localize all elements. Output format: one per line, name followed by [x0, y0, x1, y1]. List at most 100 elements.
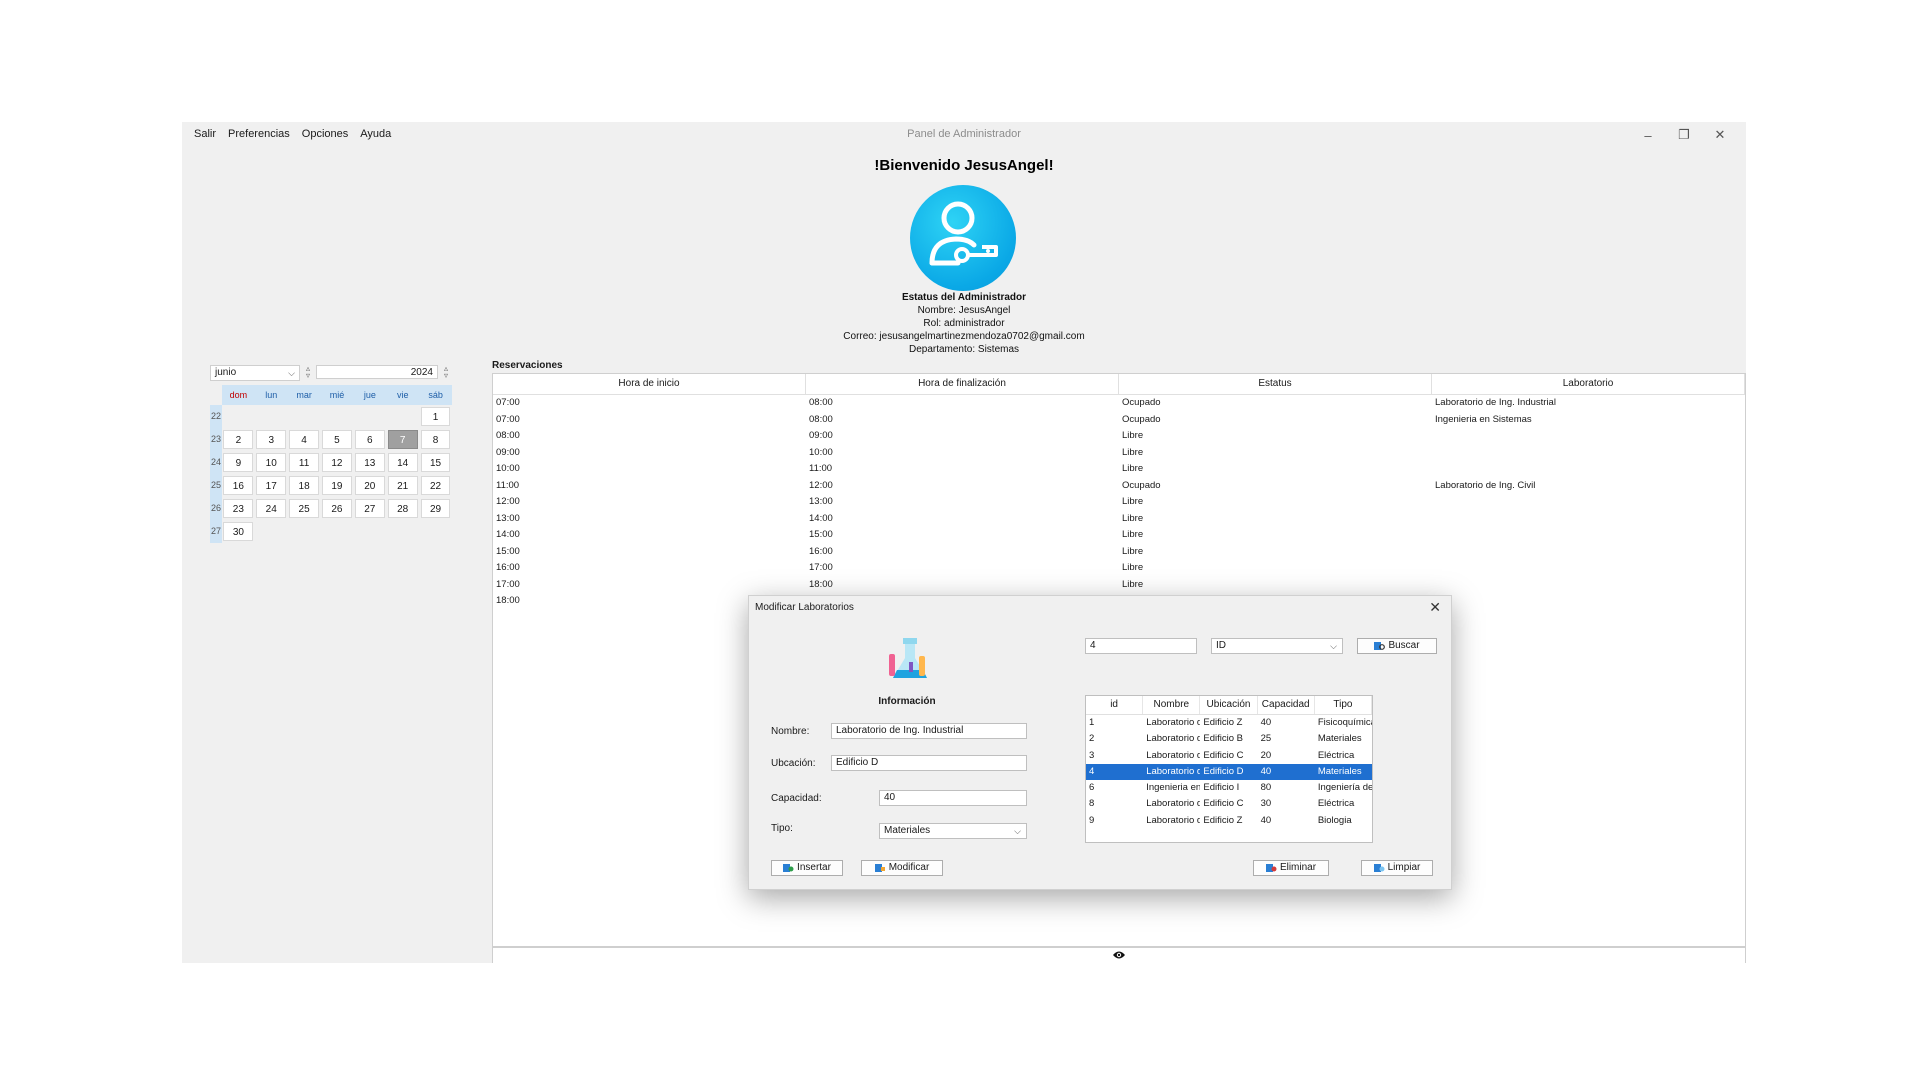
calendar-day[interactable]: 16: [223, 476, 254, 495]
calendar-day[interactable]: 28: [387, 499, 418, 518]
table-row[interactable]: 08:00 09:00 Libre: [493, 428, 1745, 445]
table-cell: Edificio Z: [1203, 814, 1243, 826]
table-cell: [1432, 527, 1745, 544]
calendar-day[interactable]: 15: [420, 453, 451, 472]
calendar-day[interactable]: 18: [289, 476, 320, 495]
table-row[interactable]: 10:00 11:00 Libre: [493, 461, 1745, 478]
column-header[interactable]: Tipo: [1315, 696, 1373, 714]
calendar-day[interactable]: 21: [387, 476, 418, 495]
calendar-day[interactable]: 27: [354, 499, 385, 518]
table-row[interactable]: 07:00 08:00 Ocupado Laboratorio de Ing. Ind…: [493, 395, 1745, 412]
reservations-header: Hora de inicio Hora de finalización Esta…: [493, 374, 1745, 395]
table-row[interactable]: 07:00 08:00 Ocupado Ingenieria en Sistemas: [493, 412, 1745, 429]
insertar-button[interactable]: Insertar: [771, 860, 843, 876]
column-header[interactable]: Capacidad: [1258, 696, 1315, 714]
calendar-week: 25 16 17 18 19 20 21 22: [210, 474, 452, 497]
column-header[interactable]: Nombre: [1143, 696, 1201, 714]
table-cell: Ocupado: [1122, 479, 1161, 491]
table-row[interactable]: 14:00 15:00 Libre: [493, 527, 1745, 544]
table-row[interactable]: 11:00 12:00 Ocupado Laboratorio de Ing. Civ…: [493, 478, 1745, 495]
table-cell: 30: [1260, 798, 1272, 810]
buscar-button[interactable]: Buscar: [1357, 638, 1437, 654]
year-spinner-icon[interactable]: ▵ ▿: [440, 365, 452, 380]
table-row[interactable]: 9 Laboratorio d...Edificio Z 40 Biologia: [1086, 813, 1372, 829]
labs-table[interactable]: id Nombre Ubicación Capacidad Tipo 1 Labo…: [1085, 695, 1373, 843]
calendar-day[interactable]: 8: [420, 430, 451, 449]
calendar-day[interactable]: 26: [322, 499, 352, 518]
calendar: junio ⌵ ▵ ▿ 2024 ▵ ▿ dom lun mar mié jue v…: [210, 365, 452, 543]
search-field-value: ID: [1216, 640, 1226, 651]
calendar-day[interactable]: 7: [387, 430, 418, 449]
calendar-day[interactable]: 1: [420, 407, 451, 426]
calendar-day[interactable]: 24: [256, 499, 287, 518]
calendar-day[interactable]: 2: [223, 430, 254, 449]
calendar-day[interactable]: 23: [223, 499, 254, 518]
ubicacion-field[interactable]: Edificio D: [831, 755, 1027, 771]
table-row[interactable]: 17:00 18:00 Libre: [493, 577, 1745, 594]
table-row[interactable]: 1 Laboratorio d...Edificio Z 40 Fisicoquími…: [1086, 715, 1372, 731]
calendar-day[interactable]: 19: [322, 476, 352, 495]
labs-table-header: id Nombre Ubicación Capacidad Tipo: [1086, 696, 1373, 715]
table-row[interactable]: 15:00 16:00 Libre: [493, 544, 1745, 561]
calendar-day[interactable]: 9: [223, 453, 254, 472]
table-cell: 12:00: [496, 496, 520, 507]
table-cell: Ingenieria en ...: [1146, 782, 1201, 794]
month-spinner-icon[interactable]: ▵ ▿: [302, 365, 314, 380]
limpiar-button[interactable]: Limpiar: [1361, 860, 1433, 876]
calendar-day[interactable]: 4: [289, 430, 320, 449]
table-cell: 11:00: [496, 479, 520, 491]
table-row[interactable]: 13:00 14:00 Libre: [493, 511, 1745, 528]
table-row[interactable]: 16:00 17:00 Libre: [493, 560, 1745, 577]
column-header[interactable]: Laboratorio: [1432, 374, 1745, 394]
calendar-day[interactable]: 5: [322, 430, 352, 449]
calendar-day[interactable]: 30: [223, 522, 254, 541]
eye-icon[interactable]: [492, 947, 1746, 963]
modificar-button[interactable]: Modificar: [861, 860, 943, 876]
calendar-day[interactable]: 20: [354, 476, 385, 495]
table-row[interactable]: 4 Laboratorio d...Edificio D 40 Materiales: [1086, 763, 1372, 781]
tipo-select[interactable]: Materiales ⌵: [879, 823, 1027, 839]
calendar-day[interactable]: 13: [354, 453, 385, 472]
column-header[interactable]: Estatus: [1119, 374, 1432, 394]
table-row[interactable]: 09:00 10:00 Libre: [493, 445, 1745, 462]
calendar-day[interactable]: 14: [387, 453, 418, 472]
calendar-day[interactable]: 22: [420, 476, 451, 495]
column-header[interactable]: Hora de inicio: [493, 374, 806, 394]
table-row[interactable]: 2 Laboratorio d...Edificio B 25 Materiales: [1086, 731, 1372, 747]
weekday-label: jue: [363, 390, 376, 400]
table-row[interactable]: 6 Ingenieria en ...Edificio I 80 Ingeniería…: [1086, 780, 1372, 796]
delete-db-icon: [1265, 863, 1277, 873]
calendar-day[interactable]: 11: [289, 453, 320, 472]
year-field[interactable]: 2024: [316, 365, 438, 379]
column-header[interactable]: Hora de finalización: [806, 374, 1119, 394]
close-icon[interactable]: ✕: [1429, 599, 1441, 616]
restore-icon[interactable]: ❐: [1666, 124, 1702, 146]
calendar-day[interactable]: 25: [289, 499, 320, 518]
table-row[interactable]: 12:00 13:00 Libre: [493, 494, 1745, 511]
window-controls: – ❐ ✕: [1630, 124, 1738, 146]
close-icon[interactable]: ✕: [1702, 124, 1738, 146]
capacidad-field[interactable]: 40: [879, 790, 1027, 806]
calendar-day[interactable]: 17: [256, 476, 287, 495]
week-number: 22: [210, 405, 222, 428]
capacidad-label: Capacidad:: [771, 793, 822, 804]
search-input[interactable]: 4: [1085, 638, 1197, 654]
buscar-label: Buscar: [1388, 640, 1420, 651]
reservations-title: Reservaciones: [492, 360, 563, 371]
month-select[interactable]: junio ⌵: [210, 365, 300, 381]
table-row[interactable]: 8 Laboratorio d...Edificio C 30 Eléctrica: [1086, 796, 1372, 812]
nombre-field[interactable]: Laboratorio de Ing. Industrial: [831, 723, 1027, 739]
column-header[interactable]: id: [1086, 696, 1144, 714]
admin-status: Estatus del Administrador Nombre: JesusA…: [182, 291, 1746, 356]
calendar-day[interactable]: 6: [354, 430, 385, 449]
table-row[interactable]: 3 Laboratorio d...Edificio C 20 Eléctrica: [1086, 748, 1372, 764]
calendar-day[interactable]: 12: [322, 453, 352, 472]
eliminar-button[interactable]: Eliminar: [1253, 860, 1329, 876]
calendar-day[interactable]: 3: [256, 430, 287, 449]
minimize-icon[interactable]: –: [1630, 124, 1666, 146]
calendar-day[interactable]: 10: [256, 453, 287, 472]
search-field-select[interactable]: ID ⌵: [1211, 638, 1343, 654]
weekday-label: mié: [329, 390, 345, 400]
calendar-day[interactable]: 29: [420, 499, 451, 518]
column-header[interactable]: Ubicación: [1200, 696, 1258, 714]
